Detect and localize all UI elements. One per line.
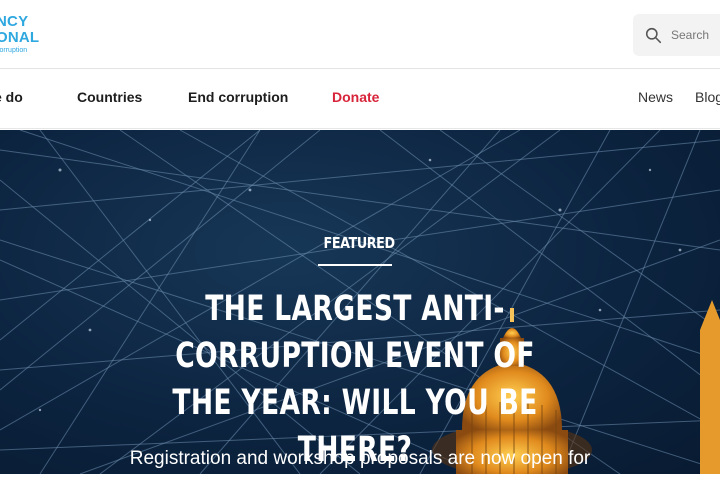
page-bottom-strip: [0, 474, 720, 480]
nav-item-news[interactable]: News: [638, 89, 673, 105]
nav-item-donate[interactable]: Donate: [332, 89, 379, 105]
search-box[interactable]: [633, 14, 720, 56]
search-input[interactable]: [671, 28, 720, 42]
nav-item-blog[interactable]: Blog: [695, 89, 720, 105]
featured-label[interactable]: FEATURED: [324, 234, 395, 252]
site-logo[interactable]: NCY ONAL corruption: [0, 14, 56, 54]
nav-item-countries[interactable]: Countries: [77, 89, 142, 105]
site-header: NCY ONAL corruption: [0, 0, 720, 69]
featured-underline: [318, 264, 392, 266]
hero-subline: Registration and workshop proposals are …: [129, 448, 591, 469]
nav-item-end-corruption[interactable]: End corruption: [188, 89, 288, 105]
main-nav: e do Countries End corruption Donate New…: [0, 69, 720, 129]
logo-line-1: NCY: [0, 13, 29, 30]
logo-tagline: corruption: [0, 47, 28, 54]
search-icon[interactable]: [645, 27, 662, 44]
logo-line-2: ONAL: [0, 29, 40, 46]
nav-item-what-we-do[interactable]: e do: [0, 89, 23, 105]
hero-banner[interactable]: FEATURED THE LARGEST ANTI-CORRUPTION EVE…: [0, 130, 720, 474]
hero-headline[interactable]: THE LARGEST ANTI-CORRUPTION EVENT OF THE…: [154, 286, 557, 474]
hero-content: FEATURED THE LARGEST ANTI-CORRUPTION EVE…: [0, 130, 720, 474]
